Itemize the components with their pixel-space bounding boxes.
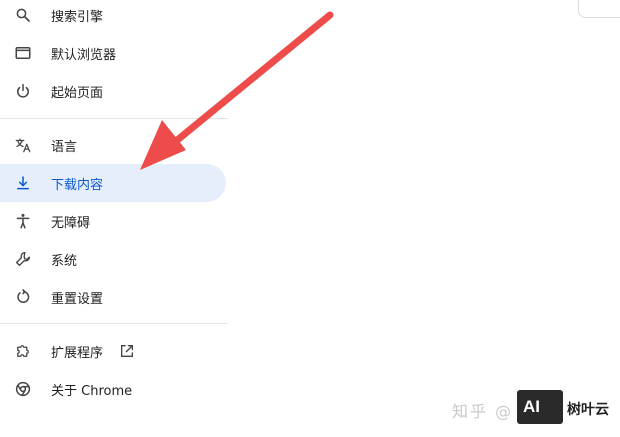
menu-divider <box>0 118 228 119</box>
watermark-logo: AI <box>517 390 563 424</box>
menu-item-label: 扩展程序 <box>51 345 104 361</box>
power-icon <box>14 82 32 100</box>
menu-item-accessibility[interactable]: 无障碍 <box>0 202 226 240</box>
menu-item-system[interactable]: 系统 <box>0 240 226 278</box>
menu-item-extensions[interactable]: 扩展程序 <box>0 332 226 370</box>
top-right-card <box>578 0 620 18</box>
menu-divider <box>0 323 228 324</box>
menu-item-label: 语言 <box>51 139 78 155</box>
chrome-icon <box>14 380 32 398</box>
translate-icon <box>14 136 32 154</box>
watermark-logo-text: AI <box>523 397 540 416</box>
menu-item-label: 默认浏览器 <box>51 47 117 63</box>
menu-item-label: 关于 Chrome <box>51 383 133 399</box>
menu-item-about-chrome[interactable]: 关于 Chrome <box>0 370 226 408</box>
reset-icon <box>14 288 32 306</box>
menu-item-label: 搜索引擎 <box>51 9 104 25</box>
accessibility-icon <box>14 212 32 230</box>
extension-icon <box>14 342 32 360</box>
search-icon <box>14 6 32 24</box>
menu-item-search-engine[interactable]: 搜索引擎 <box>0 0 226 34</box>
watermark-site: 知乎 @ <box>452 402 514 421</box>
menu-item-downloads[interactable]: 下载内容 <box>0 164 226 202</box>
menu-item-label: 起始页面 <box>51 85 104 101</box>
menu-item-default-browser[interactable]: 默认浏览器 <box>0 34 226 72</box>
menu-item-label: 无障碍 <box>51 215 91 231</box>
browser-window-icon <box>14 44 32 62</box>
download-icon <box>14 174 32 192</box>
menu-item-reset[interactable]: 重置设置 <box>0 278 226 316</box>
menu-item-label: 重置设置 <box>51 291 104 307</box>
watermark-brand: 树叶云 <box>567 402 609 418</box>
menu-item-startup[interactable]: 起始页面 <box>0 72 226 110</box>
menu-item-languages[interactable]: 语言 <box>0 126 226 164</box>
menu-item-label: 系统 <box>51 253 78 269</box>
wrench-icon <box>14 250 32 268</box>
menu-item-label: 下载内容 <box>51 177 104 193</box>
settings-sidebar: 搜索引擎 默认浏览器 起始页面 语言 下载内容 无障碍 系统 重置设置 扩展程序… <box>0 0 230 437</box>
open-external-icon[interactable] <box>119 343 135 359</box>
